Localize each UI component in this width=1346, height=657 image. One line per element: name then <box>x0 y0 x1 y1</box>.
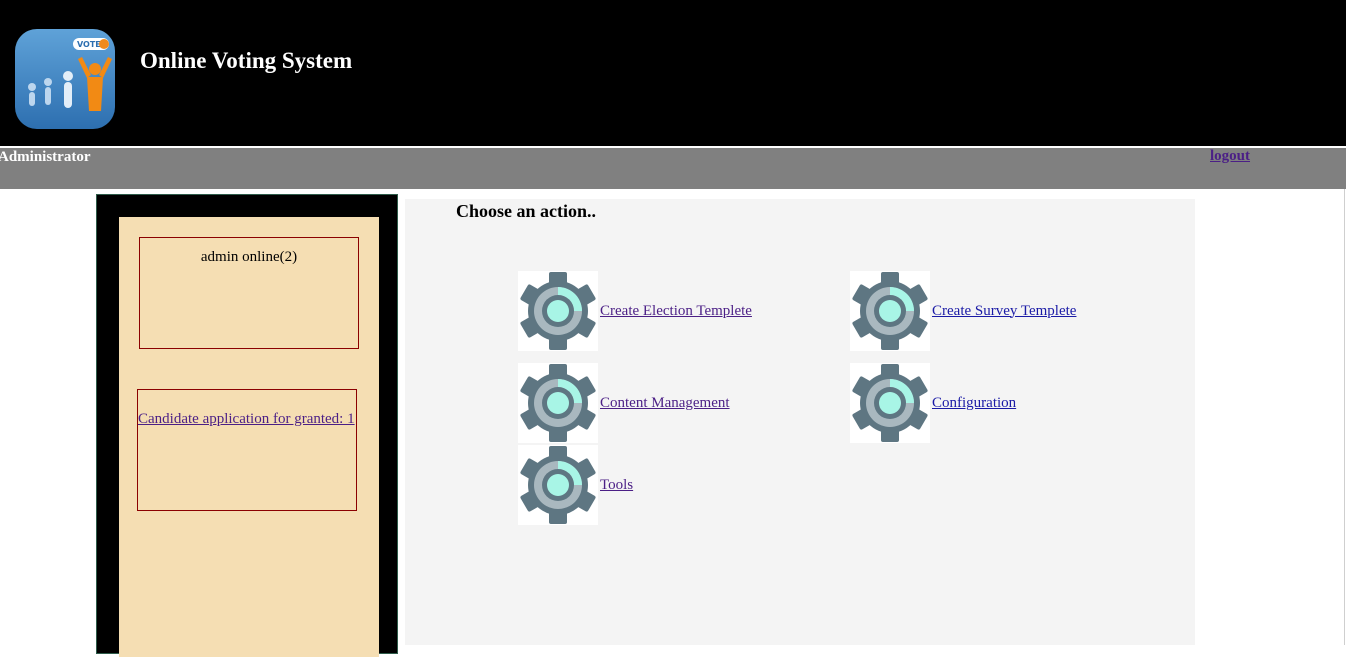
site-title: Online Voting System <box>140 48 353 73</box>
gear-icon[interactable] <box>850 363 930 443</box>
action-create-election-template[interactable]: Create Election Templete <box>518 271 752 351</box>
page-edge <box>1344 189 1345 645</box>
main-content: Choose an action.. Create Election Templ… <box>405 199 1195 645</box>
gear-icon[interactable] <box>518 363 598 443</box>
action-label[interactable]: Create Survey Templete <box>932 303 1076 320</box>
vote-logo-icon[interactable]: VOTE <box>15 29 115 129</box>
candidate-applications-box: Candidate application for granted: 1 <box>137 389 357 511</box>
action-configuration[interactable]: Configuration <box>850 363 1016 443</box>
sidebar: admin online(2) Candidate application fo… <box>96 194 398 657</box>
sidebar-panel: admin online(2) Candidate application fo… <box>119 217 379 657</box>
logo-badge-text: VOTE <box>77 40 101 49</box>
action-label[interactable]: Content Management <box>600 395 730 412</box>
user-role-label: Administrator <box>0 149 91 165</box>
gear-icon[interactable] <box>850 271 930 351</box>
header-bar: VOTE Online Voting System <box>0 0 1346 146</box>
gear-icon[interactable] <box>518 271 598 351</box>
action-label[interactable]: Create Election Templete <box>600 303 752 320</box>
page-title: Choose an action.. <box>456 201 597 221</box>
user-bar: Administrator logout <box>0 148 1346 189</box>
action-create-survey-template[interactable]: Create Survey Templete <box>850 271 1076 351</box>
candidate-application-link[interactable]: Candidate application for granted: 1 <box>138 410 356 428</box>
action-tools[interactable]: Tools <box>518 445 633 525</box>
logout-link[interactable]: logout <box>1210 148 1250 165</box>
action-label[interactable]: Tools <box>600 477 633 494</box>
action-label[interactable]: Configuration <box>932 395 1016 412</box>
action-content-management[interactable]: Content Management <box>518 363 730 443</box>
online-users-box: admin online(2) <box>139 237 359 349</box>
online-users-text: admin online(2) <box>200 249 298 265</box>
gear-icon[interactable] <box>518 445 598 525</box>
